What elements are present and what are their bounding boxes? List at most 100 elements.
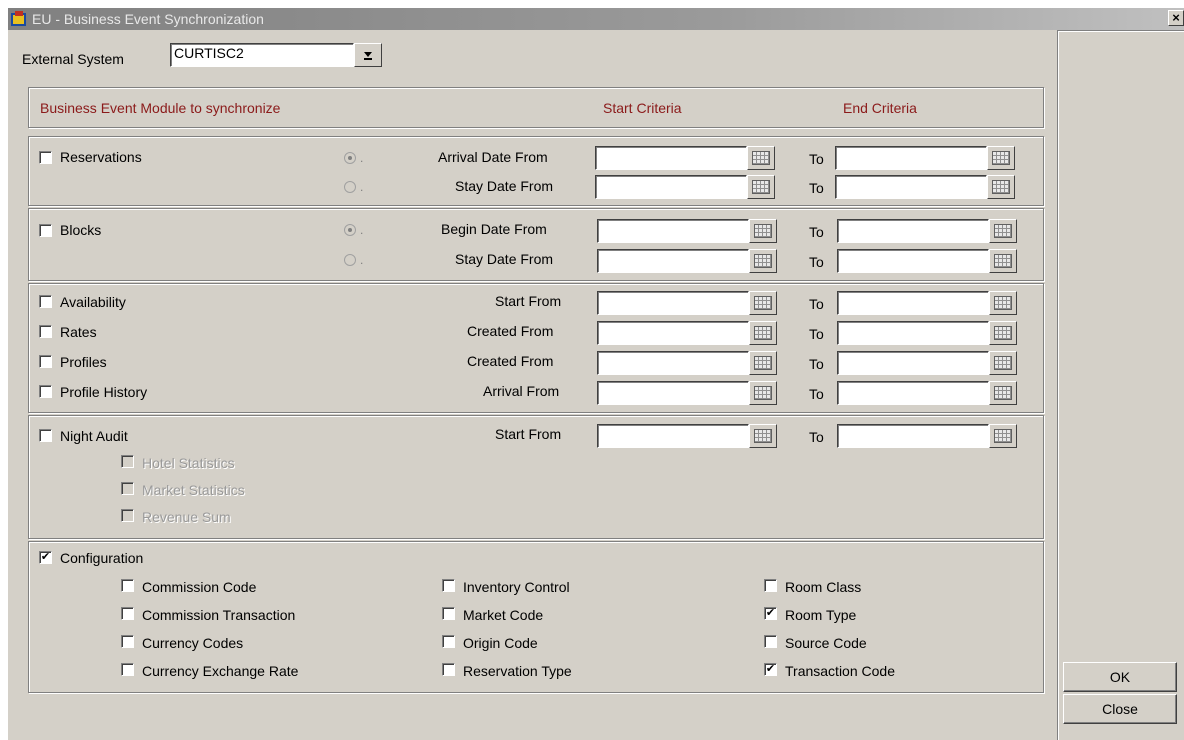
calendar-icon[interactable] [987,146,1015,170]
rates-end-input[interactable] [837,321,989,345]
to-label: To [809,386,824,402]
transaction-code-label: Transaction Code [785,663,895,679]
rates-checkbox[interactable] [39,325,52,338]
arrival-date-radio[interactable] [344,152,356,164]
calendar-icon[interactable] [749,249,777,273]
profiles-start-input[interactable] [597,351,749,375]
external-system-input[interactable]: CURTISC2 [170,43,354,67]
origin-code-checkbox[interactable] [442,635,455,648]
profile-history-criteria-label: Arrival From [483,383,560,399]
blocks-stay-date-start-input[interactable] [597,249,749,273]
currency-exchange-rate-checkbox[interactable] [121,663,134,676]
dropdown-arrow-icon [364,52,372,60]
calendar-icon[interactable] [749,321,777,345]
calendar-icon[interactable] [989,249,1017,273]
calendar-icon[interactable] [749,424,777,448]
begin-date-start-input[interactable] [597,219,749,243]
radio-dot: . [360,180,364,194]
blocks-stay-date-end-input[interactable] [837,249,989,273]
revenue-sum-checkbox[interactable] [121,509,134,522]
rates-start-input[interactable] [597,321,749,345]
profile-history-end-input[interactable] [837,381,989,405]
blocks-checkbox[interactable] [39,224,52,237]
reservations-checkbox[interactable] [39,151,52,164]
hotel-statistics-label: Hotel Statistics [142,455,235,471]
transaction-code-checkbox[interactable]: ✔ [764,663,777,676]
market-code-label: Market Code [463,607,544,623]
ok-button[interactable]: OK [1063,662,1177,692]
calendar-icon[interactable] [749,291,777,315]
calendar-icon[interactable] [989,381,1017,405]
close-icon[interactable]: × [1168,10,1184,26]
button-panel [1057,30,1184,740]
availability-end-input[interactable] [837,291,989,315]
configuration-label: Configuration [60,550,144,566]
commission-code-checkbox[interactable] [121,579,134,592]
modules-group: Availability Start From To Rates Created… [28,283,1044,413]
reservations-label: Reservations [60,149,142,165]
availability-start-input[interactable] [597,291,749,315]
room-type-checkbox[interactable]: ✔ [764,607,777,620]
night-audit-start-input[interactable] [597,424,749,448]
stay-date-end-input[interactable] [835,175,987,199]
availability-checkbox[interactable] [39,295,52,308]
begin-date-end-input[interactable] [837,219,989,243]
profile-history-start-input[interactable] [597,381,749,405]
rates-criteria-label: Created From [467,323,554,339]
currency-codes-checkbox[interactable] [121,635,134,648]
room-type-label: Room Type [785,607,857,623]
inventory-control-label: Inventory Control [463,579,570,595]
calendar-icon[interactable] [989,321,1017,345]
calendar-icon[interactable] [747,175,775,199]
window-title: EU - Business Event Synchronization [32,11,264,27]
profiles-end-input[interactable] [837,351,989,375]
dropdown-arrow-icon[interactable] [354,43,382,67]
calendar-icon[interactable] [989,219,1017,243]
blocks-group: Blocks . Begin Date From To . Stay Date … [28,208,1044,281]
room-class-label: Room Class [785,579,862,595]
calendar-icon[interactable] [747,146,775,170]
market-statistics-label: Market Statistics [142,482,245,498]
calendar-icon[interactable] [989,351,1017,375]
profiles-checkbox[interactable] [39,355,52,368]
configuration-checkbox[interactable]: ✔ [39,551,52,564]
market-statistics-checkbox[interactable] [121,482,134,495]
calendar-icon[interactable] [987,175,1015,199]
calendar-icon[interactable] [749,219,777,243]
close-button[interactable]: Close [1063,694,1177,724]
begin-date-radio[interactable] [344,224,356,236]
calendar-icon[interactable] [749,351,777,375]
calendar-icon[interactable] [989,424,1017,448]
reservations-group: Reservations . Arrival Date From To . St… [28,136,1044,206]
reservation-type-checkbox[interactable] [442,663,455,676]
source-code-label: Source Code [785,635,867,651]
hotel-statistics-checkbox[interactable] [121,455,134,468]
to-label: To [809,224,824,240]
profiles-criteria-label: Created From [467,353,554,369]
stay-date-radio[interactable] [344,181,356,193]
market-code-checkbox[interactable] [442,607,455,620]
blocks-stay-date-radio[interactable] [344,254,356,266]
commission-transaction-checkbox[interactable] [121,607,134,620]
source-code-checkbox[interactable] [764,635,777,648]
commission-code-label: Commission Code [142,579,257,595]
inventory-control-checkbox[interactable] [442,579,455,592]
start-criteria-header: Start Criteria [603,100,682,116]
radio-dot: . [360,223,364,237]
currency-codes-label: Currency Codes [142,635,244,651]
stay-date-start-input[interactable] [595,175,747,199]
night-audit-label: Night Audit [60,428,128,444]
profile-history-checkbox[interactable] [39,385,52,398]
module-header: Business Event Module to synchronize [40,100,281,116]
calendar-icon[interactable] [749,381,777,405]
night-audit-criteria-label: Start From [495,426,562,442]
configuration-group: ✔ Configuration Commission Code Commissi… [28,541,1044,693]
night-audit-end-input[interactable] [837,424,989,448]
arrival-date-start-input[interactable] [595,146,747,170]
arrival-date-end-input[interactable] [835,146,987,170]
calendar-icon[interactable] [989,291,1017,315]
night-audit-checkbox[interactable] [39,429,52,442]
room-class-checkbox[interactable] [764,579,777,592]
end-criteria-header: End Criteria [843,100,917,116]
commission-transaction-label: Commission Transaction [142,607,296,623]
